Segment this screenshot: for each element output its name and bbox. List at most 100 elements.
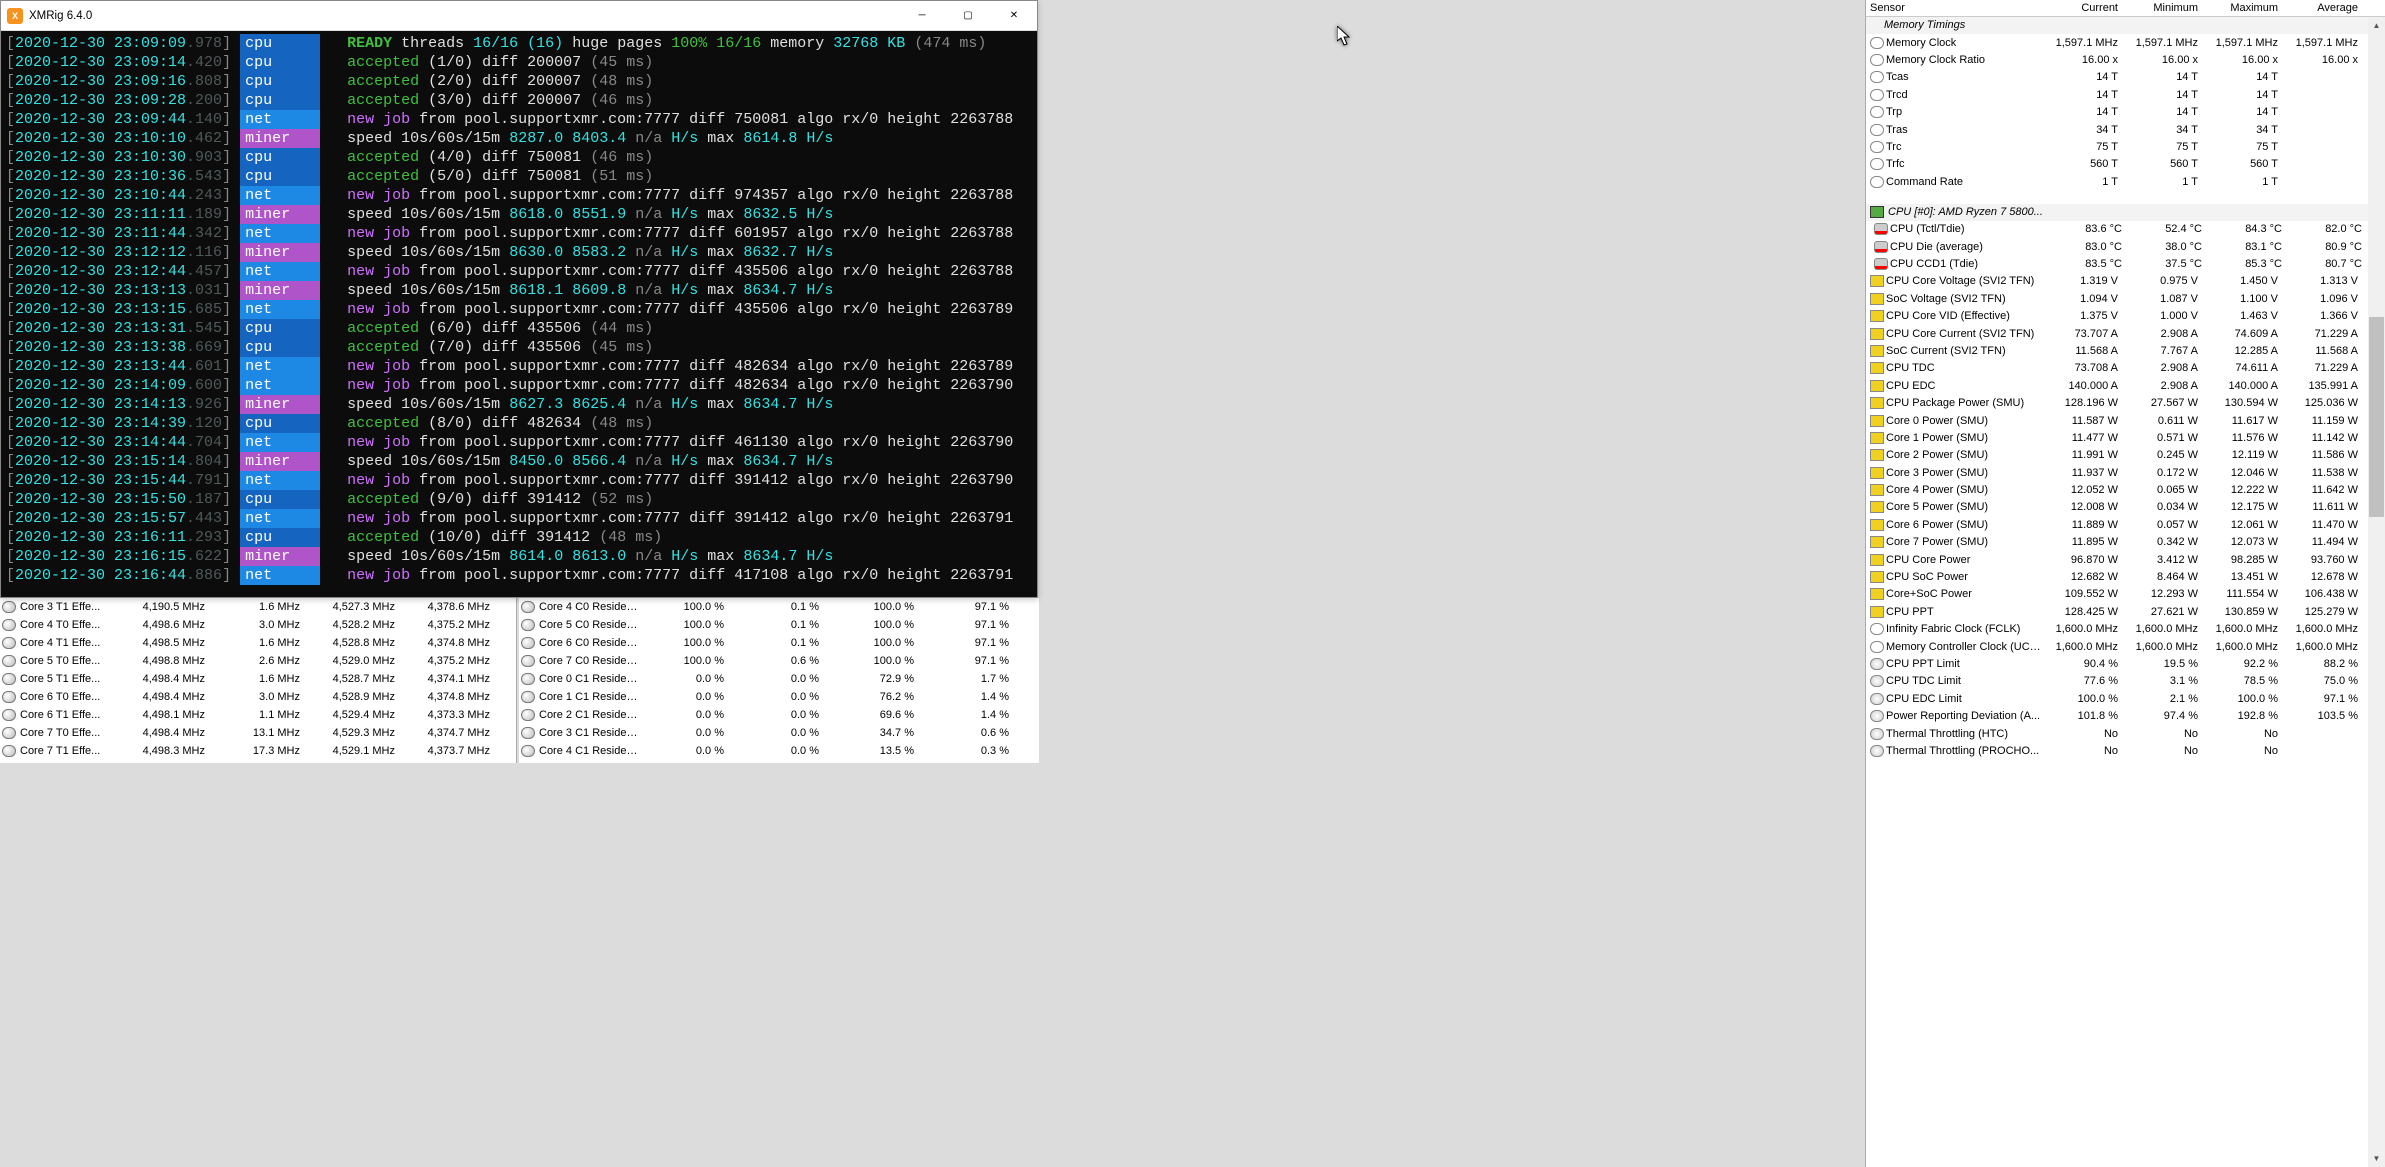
sensor-row[interactable]: Thermal Throttling (HTC) No No No: [1866, 725, 2385, 742]
col-minimum[interactable]: Minimum: [2126, 2, 2206, 14]
table-row[interactable]: Core 3 C1 Residency 0.0 % 0.0 % 34.7 % 0…: [519, 724, 1039, 742]
row-avg: 97.1 %: [924, 637, 1019, 649]
scroll-thumb[interactable]: [2369, 317, 2384, 517]
sensor-row[interactable]: CPU Core VID (Effective) 1.375 V 1.000 V…: [1866, 307, 2385, 324]
table-row[interactable]: Core 4 C1 Residency 0.0 % 0.0 % 13.5 % 0…: [519, 742, 1039, 760]
sensor-row[interactable]: Memory Controller Clock (UCLK) 1,600.0 M…: [1866, 638, 2385, 655]
sensor-row[interactable]: Trc 75 T 75 T 75 T: [1866, 138, 2385, 155]
sensor-row[interactable]: SoC Current (SVI2 TFN) 11.568 A 7.767 A …: [1866, 342, 2385, 359]
sensor-row[interactable]: Trfc 560 T 560 T 560 T: [1866, 156, 2385, 173]
sensor-row[interactable]: CPU PPT Limit 90.4 % 19.5 % 92.2 % 88.2 …: [1866, 655, 2385, 672]
sensor-row[interactable]: Trp 14 T 14 T 14 T: [1866, 104, 2385, 121]
close-button[interactable]: ✕: [991, 1, 1037, 31]
sensor-row[interactable]: Command Rate 1 T 1 T 1 T: [1866, 173, 2385, 190]
scroll-down-icon[interactable]: ▼: [2368, 1150, 2385, 1167]
col-average[interactable]: Average: [2286, 2, 2366, 14]
sensor-row[interactable]: CPU TDC Limit 77.6 % 3.1 % 78.5 % 75.0 %: [1866, 673, 2385, 690]
sensor-row[interactable]: CPU EDC Limit 100.0 % 2.1 % 100.0 % 97.1…: [1866, 690, 2385, 707]
table-row[interactable]: Core 6 C0 Residency 100.0 % 0.1 % 100.0 …: [519, 634, 1039, 652]
table-row[interactable]: Core 4 C0 Residency 100.0 % 0.1 % 100.0 …: [519, 598, 1039, 616]
log-line: [2020-12-30 23:13:38.669] cpu accepted (…: [6, 338, 1037, 357]
sensor-row[interactable]: CPU Core Voltage (SVI2 TFN) 1.319 V 0.97…: [1866, 273, 2385, 290]
sensor-row[interactable]: Core 3 Power (SMU) 11.937 W 0.172 W 12.0…: [1866, 464, 2385, 481]
sensor-cur: 77.6 %: [2046, 675, 2126, 687]
sensor-row[interactable]: CPU PPT 128.425 W 27.621 W 130.859 W 125…: [1866, 603, 2385, 620]
terminal-output[interactable]: [2020-12-30 23:09:09.978] cpu READY thre…: [1, 31, 1037, 597]
sensor-min: 0.571 W: [2126, 432, 2206, 444]
tag-net: net: [240, 224, 320, 243]
sensor-name: CPU Core VID (Effective): [1886, 310, 2046, 322]
sensor-min: 0.034 W: [2126, 501, 2206, 513]
row-avg: 97.1 %: [924, 601, 1019, 613]
table-row[interactable]: Core 2 C1 Residency 0.0 % 0.0 % 69.6 % 1…: [519, 706, 1039, 724]
maximize-button[interactable]: ▢: [945, 1, 991, 31]
sensor-cur: 560 T: [2046, 158, 2126, 170]
table-row[interactable]: Core 7 T0 Effe... 4,498.4 MHz 13.1 MHz 4…: [0, 724, 516, 742]
hwinfo-header[interactable]: Sensor Current Minimum Maximum Average: [1866, 0, 2385, 17]
sensor-row[interactable]: Core 4 Power (SMU) 12.052 W 0.065 W 12.2…: [1866, 481, 2385, 498]
sensor-row[interactable]: Power Reporting Deviation (A... 101.8 % …: [1866, 707, 2385, 724]
tag-cpu: cpu: [240, 338, 320, 357]
sensor-row[interactable]: CPU SoC Power 12.682 W 8.464 W 13.451 W …: [1866, 568, 2385, 585]
sensor-row[interactable]: Core 2 Power (SMU) 11.991 W 0.245 W 12.1…: [1866, 447, 2385, 464]
sensor-row[interactable]: Core 0 Power (SMU) 11.587 W 0.611 W 11.6…: [1866, 412, 2385, 429]
sensor-row[interactable]: Infinity Fabric Clock (FCLK) 1,600.0 MHz…: [1866, 621, 2385, 638]
table-row[interactable]: Core 1 C1 Residency 0.0 % 0.0 % 76.2 % 1…: [519, 688, 1039, 706]
sensor-row[interactable]: CPU Package Power (SMU) 128.196 W 27.567…: [1866, 394, 2385, 411]
col-current[interactable]: Current: [2046, 2, 2126, 14]
titlebar[interactable]: X XMRig 6.4.0 ─ ▢ ✕: [1, 1, 1037, 31]
sensor-row[interactable]: Memory Clock 1,597.1 MHz 1,597.1 MHz 1,5…: [1866, 34, 2385, 51]
sensor-row[interactable]: Tras 34 T 34 T 34 T: [1866, 121, 2385, 138]
row-min: 1.1 MHz: [215, 709, 310, 721]
sensor-row[interactable]: Trcd 14 T 14 T 14 T: [1866, 86, 2385, 103]
sensor-row[interactable]: Core 6 Power (SMU) 11.889 W 0.057 W 12.0…: [1866, 516, 2385, 533]
sensor-row[interactable]: CPU Core Current (SVI2 TFN) 73.707 A 2.9…: [1866, 325, 2385, 342]
sensor-row[interactable]: CPU CCD1 (Tdie) 83.5 °C 37.5 °C 85.3 °C …: [1866, 255, 2385, 272]
sensor-row[interactable]: Memory Clock Ratio 16.00 x 16.00 x 16.00…: [1866, 51, 2385, 68]
minimize-button[interactable]: ─: [899, 1, 945, 31]
hwinfo-scrollbar[interactable]: ▲ ▼: [2368, 17, 2385, 1167]
section-cpu-device[interactable]: CPU [#0]: AMD Ryzen 7 5800...: [1866, 204, 2385, 221]
sensor-row[interactable]: CPU Die (average) 83.0 °C 38.0 °C 83.1 °…: [1866, 238, 2385, 255]
table-row[interactable]: Core 5 T1 Effe... 4,498.4 MHz 1.6 MHz 4,…: [0, 670, 516, 688]
table-row[interactable]: Core 4 T0 Effe... 4,498.6 MHz 3.0 MHz 4,…: [0, 616, 516, 634]
tag-cpu: cpu: [240, 53, 320, 72]
window-title: XMRig 6.4.0: [29, 10, 899, 22]
table-row[interactable]: Core 4 T1 Effe... 4,498.5 MHz 1.6 MHz 4,…: [0, 634, 516, 652]
sensor-row[interactable]: Core 5 Power (SMU) 12.008 W 0.034 W 12.1…: [1866, 499, 2385, 516]
sensor-row[interactable]: Thermal Throttling (PROCHO... No No No: [1866, 742, 2385, 759]
table-row[interactable]: Core 0 C1 Residency 0.0 % 0.0 % 72.9 % 1…: [519, 670, 1039, 688]
sensor-max: 12.046 W: [2206, 467, 2286, 479]
sensor-min: 0.245 W: [2126, 449, 2206, 461]
sensor-row[interactable]: Tcas 14 T 14 T 14 T: [1866, 69, 2385, 86]
clock-icon: [1870, 89, 1884, 101]
gauge-icon: [1870, 745, 1884, 757]
table-row[interactable]: Core 5 T0 Effe... 4,498.8 MHz 2.6 MHz 4,…: [0, 652, 516, 670]
sensor-row[interactable]: CPU EDC 140.000 A 2.908 A 140.000 A 135.…: [1866, 377, 2385, 394]
section-memory-timings[interactable]: Memory Timings: [1866, 17, 2385, 34]
sensor-row[interactable]: Core+SoC Power 109.552 W 12.293 W 111.55…: [1866, 586, 2385, 603]
sensor-name: CPU (Tctl/Tdie): [1890, 223, 2050, 235]
clock-icon: [2, 655, 16, 667]
sensor-row[interactable]: CPU (Tctl/Tdie) 83.6 °C 52.4 °C 84.3 °C …: [1866, 221, 2385, 238]
table-row[interactable]: Core 6 T0 Effe... 4,498.4 MHz 3.0 MHz 4,…: [0, 688, 516, 706]
sensor-name: CPU TDC Limit: [1886, 675, 2046, 687]
table-row[interactable]: Core 7 T1 Effe... 4,498.3 MHz 17.3 MHz 4…: [0, 742, 516, 760]
sensor-row[interactable]: Core 7 Power (SMU) 11.895 W 0.342 W 12.0…: [1866, 534, 2385, 551]
row-max: 100.0 %: [829, 601, 924, 613]
table-row[interactable]: Core 3 T1 Effe... 4,190.5 MHz 1.6 MHz 4,…: [0, 598, 516, 616]
volt-icon: [1870, 554, 1884, 566]
sensor-row[interactable]: Core 1 Power (SMU) 11.477 W 0.571 W 11.5…: [1866, 429, 2385, 446]
sensor-row[interactable]: CPU Core Power 96.870 W 3.412 W 98.285 W…: [1866, 551, 2385, 568]
sensor-min: 14 T: [2126, 89, 2206, 101]
col-maximum[interactable]: Maximum: [2206, 2, 2286, 14]
sensor-row[interactable]: CPU TDC 73.708 A 2.908 A 74.611 A 71.229…: [1866, 360, 2385, 377]
scroll-up-icon[interactable]: ▲: [2368, 17, 2385, 34]
table-row[interactable]: Core 6 T1 Effe... 4,498.1 MHz 1.1 MHz 4,…: [0, 706, 516, 724]
row-avg: 4,375.2 MHz: [405, 655, 500, 667]
sensor-row[interactable]: SoC Voltage (SVI2 TFN) 1.094 V 1.087 V 1…: [1866, 290, 2385, 307]
table-row[interactable]: Core 5 C0 Residency 100.0 % 0.1 % 100.0 …: [519, 616, 1039, 634]
sensor-max: 140.000 A: [2206, 380, 2286, 392]
table-row[interactable]: Core 7 C0 Residency 100.0 % 0.6 % 100.0 …: [519, 652, 1039, 670]
col-sensor[interactable]: Sensor: [1866, 2, 2046, 14]
